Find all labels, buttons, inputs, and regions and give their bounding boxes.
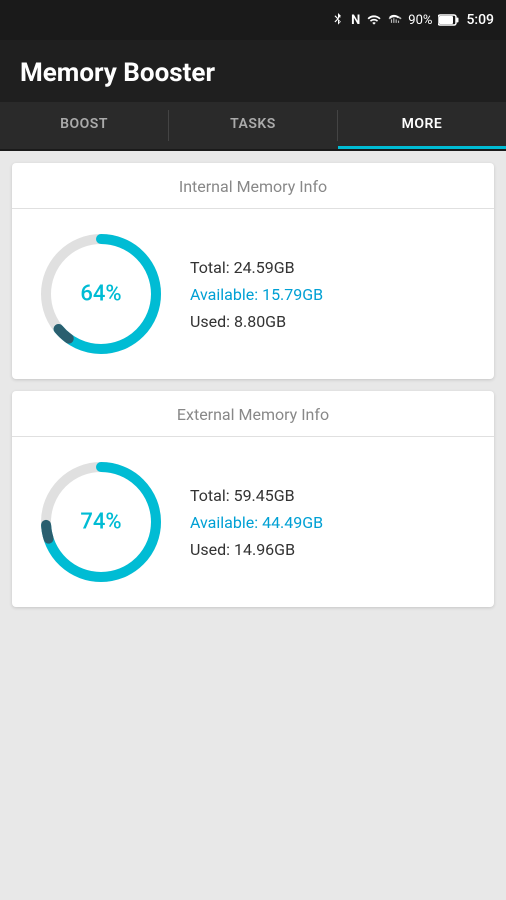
signal-icon bbox=[388, 13, 402, 27]
status-bar: N 90% 5:09 bbox=[0, 0, 506, 40]
status-time: 5:09 bbox=[466, 12, 494, 28]
tab-boost[interactable]: BOOST bbox=[0, 102, 168, 149]
internal-percent: 64% bbox=[80, 282, 121, 307]
app-header: Memory Booster bbox=[0, 40, 506, 102]
tab-more[interactable]: MORE bbox=[338, 102, 506, 149]
internal-total: Total: 24.59GB bbox=[190, 258, 323, 277]
n-icon: N bbox=[351, 13, 360, 28]
external-percent: 74% bbox=[80, 510, 121, 535]
external-available: Available: 44.49GB bbox=[190, 513, 323, 532]
battery-percent: 90% bbox=[408, 13, 432, 28]
internal-memory-body: 64% Total: 24.59GB Available: 15.79GB Us… bbox=[12, 209, 494, 379]
app-title: Memory Booster bbox=[20, 58, 486, 88]
external-stats: Total: 59.45GB Available: 44.49GB Used: … bbox=[190, 486, 323, 559]
external-memory-card: External Memory Info 74% Total: 59.45GB … bbox=[12, 391, 494, 607]
internal-memory-circle: 64% bbox=[36, 229, 166, 359]
external-used: Used: 14.96GB bbox=[190, 540, 323, 559]
battery-icon bbox=[438, 14, 460, 26]
status-icons: N 90% 5:09 bbox=[331, 12, 494, 28]
external-memory-body: 74% Total: 59.45GB Available: 44.49GB Us… bbox=[12, 437, 494, 607]
external-memory-circle: 74% bbox=[36, 457, 166, 587]
wifi-icon bbox=[366, 13, 382, 27]
internal-memory-title: Internal Memory Info bbox=[12, 163, 494, 209]
bluetooth-icon bbox=[331, 13, 345, 27]
external-total: Total: 59.45GB bbox=[190, 486, 323, 505]
external-memory-title: External Memory Info bbox=[12, 391, 494, 437]
internal-memory-card: Internal Memory Info 64% Total: 24.59GB … bbox=[12, 163, 494, 379]
tab-tasks[interactable]: TASKS bbox=[169, 102, 337, 149]
internal-stats: Total: 24.59GB Available: 15.79GB Used: … bbox=[190, 258, 323, 331]
tab-bar: BOOST TASKS MORE bbox=[0, 102, 506, 151]
main-content: Internal Memory Info 64% Total: 24.59GB … bbox=[0, 151, 506, 619]
internal-used: Used: 8.80GB bbox=[190, 312, 323, 331]
internal-available: Available: 15.79GB bbox=[190, 285, 323, 304]
